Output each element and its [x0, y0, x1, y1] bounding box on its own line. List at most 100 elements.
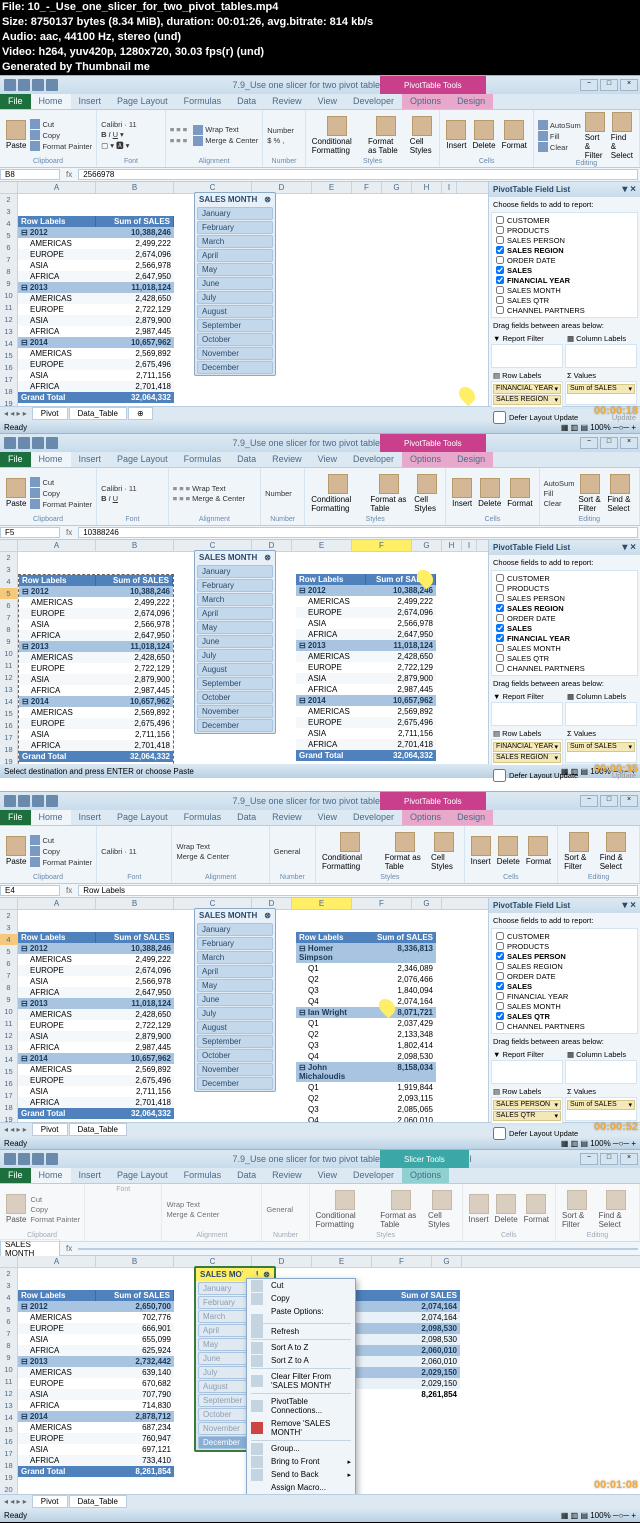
- field-item[interactable]: PRODUCTS: [496, 583, 633, 593]
- tab-formulas[interactable]: Formulas: [176, 94, 230, 109]
- slicer-item[interactable]: March: [197, 593, 273, 606]
- cell-styles-button[interactable]: Cell Styles: [408, 116, 436, 155]
- slicer-item[interactable]: April: [197, 965, 273, 978]
- pivot-table-right[interactable]: Row LabelsSum of SALES ⊟ 201210,388,246A…: [296, 574, 436, 761]
- cm-macro[interactable]: Assign Macro...: [247, 1481, 355, 1494]
- slicer-item[interactable]: April: [197, 249, 273, 262]
- fmt-table-button[interactable]: Format as Table: [366, 116, 406, 155]
- field-item[interactable]: CHANNEL PARTNERS: [496, 1021, 633, 1031]
- format-button[interactable]: Format: [500, 120, 529, 150]
- fx-icon[interactable]: fx: [60, 170, 78, 179]
- field-item[interactable]: FINANCIAL YEAR: [496, 275, 633, 285]
- cm-cut[interactable]: Cut: [247, 1279, 355, 1292]
- slicer-item[interactable]: May: [197, 979, 273, 992]
- slicer-item[interactable]: May: [197, 621, 273, 634]
- slicer-item[interactable]: July: [197, 1007, 273, 1020]
- slicer-item[interactable]: September: [197, 1035, 273, 1048]
- slicer-item[interactable]: June: [197, 635, 273, 648]
- slicer-item[interactable]: September: [197, 677, 273, 690]
- formula-input[interactable]: 2566978: [78, 169, 638, 180]
- slicer-item[interactable]: February: [197, 579, 273, 592]
- slicer-item[interactable]: March: [197, 235, 273, 248]
- insert-button[interactable]: Insert: [444, 120, 468, 150]
- field-item[interactable]: PRODUCTS: [496, 225, 633, 235]
- tab-pagelayout[interactable]: Page Layout: [109, 94, 176, 109]
- field-item[interactable]: SALES MONTH: [496, 643, 633, 653]
- slicer-item[interactable]: January: [197, 565, 273, 578]
- slicer-item[interactable]: February: [197, 221, 273, 234]
- field-item[interactable]: SALES PERSON: [496, 951, 633, 961]
- field-item[interactable]: SALES PERSON: [496, 235, 633, 245]
- slicer-item[interactable]: May: [197, 263, 273, 276]
- field-item[interactable]: SALES: [496, 623, 633, 633]
- slicer-item[interactable]: October: [197, 1049, 273, 1062]
- slicer-item[interactable]: December: [197, 719, 273, 732]
- field-item[interactable]: ORDER DATE: [496, 613, 633, 623]
- cm-sort-za[interactable]: Sort Z to A: [247, 1354, 355, 1367]
- slicer-item[interactable]: July: [197, 649, 273, 662]
- field-item[interactable]: PRODUCTS: [496, 941, 633, 951]
- find-select-button[interactable]: Find & Select: [609, 112, 635, 160]
- field-item[interactable]: CHANNEL PARTNERS: [496, 305, 633, 315]
- cm-bring-front[interactable]: Bring to Front: [247, 1455, 355, 1468]
- pivot-table-left[interactable]: Row LabelsSum of SALES ⊟ 201210,388,246A…: [19, 575, 173, 762]
- slicer-item[interactable]: December: [197, 1077, 273, 1090]
- cm-group[interactable]: Group...: [247, 1442, 355, 1455]
- cm-remove[interactable]: Remove 'SALES MONTH': [247, 1417, 355, 1439]
- number-format[interactable]: Number: [267, 126, 294, 135]
- fill-button[interactable]: Fill: [538, 131, 560, 141]
- field-item[interactable]: SALES: [496, 981, 633, 991]
- field-item[interactable]: SALES: [496, 265, 633, 275]
- slicer-item[interactable]: January: [197, 207, 273, 220]
- cm-sort-az[interactable]: Sort A to Z: [247, 1341, 355, 1354]
- field-item[interactable]: CUSTOMER: [496, 573, 633, 583]
- field-item[interactable]: SALES QTR: [496, 1011, 633, 1021]
- field-item[interactable]: CUSTOMER: [496, 215, 633, 225]
- field-item[interactable]: CUSTOMER: [496, 931, 633, 941]
- font-name[interactable]: Calibri: [101, 120, 122, 129]
- close-icon[interactable]: ▾ ×: [622, 184, 636, 195]
- field-item[interactable]: CHANNEL PARTNERS: [496, 663, 633, 673]
- tab-developer[interactable]: Developer: [345, 94, 402, 109]
- slicer-item[interactable]: July: [197, 291, 273, 304]
- slicer-item[interactable]: December: [197, 361, 273, 374]
- slicer-item[interactable]: September: [197, 319, 273, 332]
- tab-insert[interactable]: Insert: [71, 94, 110, 109]
- field-item[interactable]: SALES REGION: [496, 961, 633, 971]
- field-item[interactable]: ORDER DATE: [496, 971, 633, 981]
- autosum-button[interactable]: AutoSum: [538, 120, 581, 130]
- slicer-item[interactable]: February: [197, 937, 273, 950]
- slicer-item[interactable]: November: [197, 347, 273, 360]
- slicer-item[interactable]: October: [197, 691, 273, 704]
- tab-design[interactable]: Design: [449, 94, 493, 109]
- slicer-item[interactable]: June: [197, 993, 273, 1006]
- field-item[interactable]: SALES MONTH: [496, 285, 633, 295]
- field-item[interactable]: FINANCIAL YEAR: [496, 633, 633, 643]
- tab-options[interactable]: Options: [402, 94, 449, 109]
- slicer-item[interactable]: November: [197, 1063, 273, 1076]
- sort-filter-button[interactable]: Sort & Filter: [583, 112, 607, 160]
- tab-data[interactable]: Data: [229, 94, 264, 109]
- cm-send-back[interactable]: Send to Back: [247, 1468, 355, 1481]
- slicer-item[interactable]: August: [197, 663, 273, 676]
- pivot-table-1[interactable]: Row LabelsSum of SALES ⊟ 201210,388,246A…: [18, 216, 174, 403]
- tab-home[interactable]: Home: [31, 94, 71, 109]
- cm-clear-filter[interactable]: Clear Filter From 'SALES MONTH': [247, 1370, 355, 1392]
- slicer[interactable]: SALES MONTH⊗ JanuaryFebruaryMarchAprilMa…: [194, 192, 276, 376]
- field-item[interactable]: ORDER DATE: [496, 255, 633, 265]
- font-size[interactable]: 11: [129, 120, 137, 129]
- cond-fmt-button[interactable]: Conditional Formatting: [310, 116, 364, 155]
- row-headers[interactable]: 2345678910111213141516171819202122: [0, 194, 18, 406]
- slicer-item[interactable]: March: [197, 951, 273, 964]
- cm-copy[interactable]: Copy: [247, 1292, 355, 1305]
- slicer-item[interactable]: June: [197, 277, 273, 290]
- tab-review[interactable]: Review: [264, 94, 310, 109]
- field-item[interactable]: SALES REGION: [496, 245, 633, 255]
- field-item[interactable]: SALES QTR: [496, 653, 633, 663]
- slicer[interactable]: SALES MONTH⊗ JanuaryFebruaryMarchAprilMa…: [194, 550, 276, 734]
- slicer-item[interactable]: November: [197, 705, 273, 718]
- copy-button[interactable]: Copy: [30, 130, 60, 140]
- slicer-item[interactable]: August: [197, 305, 273, 318]
- paste-button[interactable]: Paste: [4, 120, 28, 150]
- field-item[interactable]: SALES REGION: [496, 603, 633, 613]
